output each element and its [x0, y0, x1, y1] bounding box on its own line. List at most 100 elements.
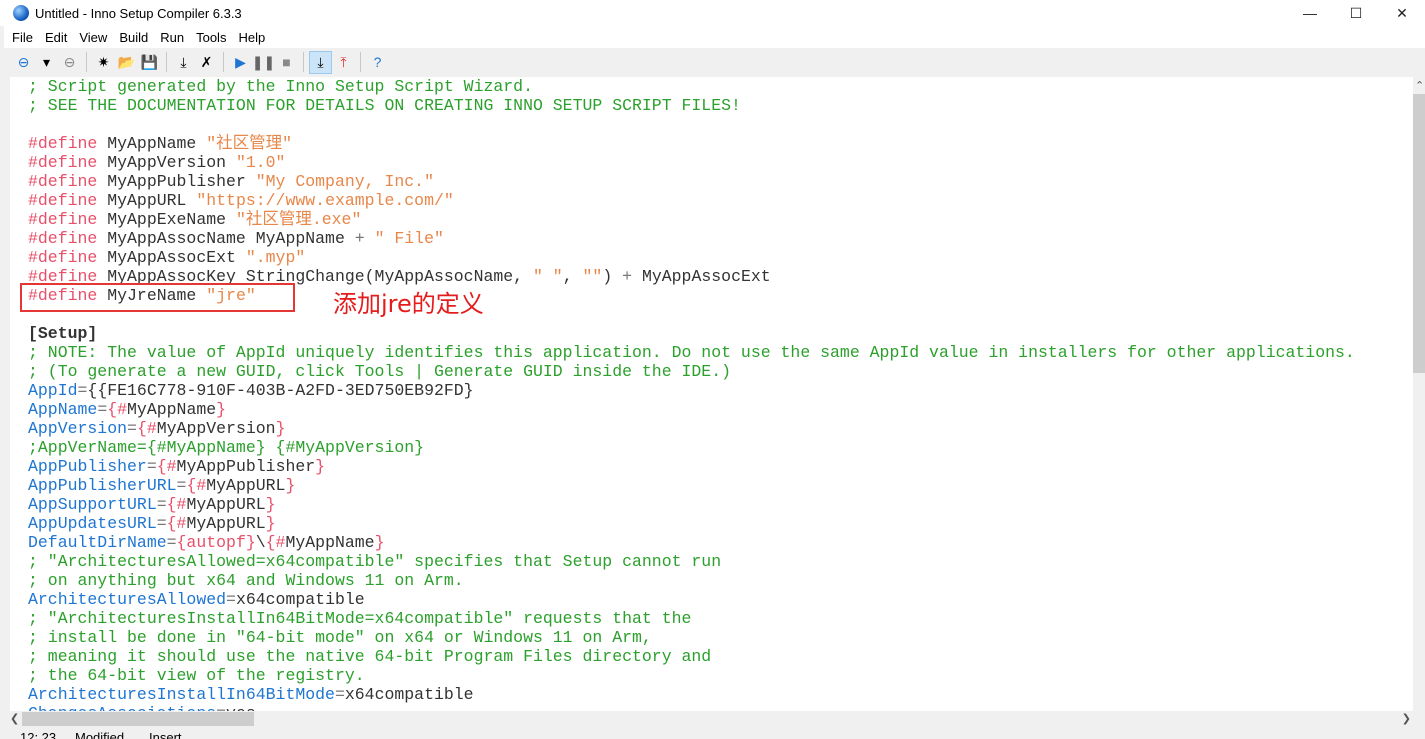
back-icon[interactable]: ⊖: [12, 51, 35, 74]
token-comment: ; "ArchitecturesAllowed=x64compatible" s…: [28, 552, 722, 571]
modified-status: Modified: [75, 730, 125, 739]
target-download-icon[interactable]: ⤓: [309, 50, 332, 74]
annotation-text: 添加jre的定义: [333, 290, 484, 318]
token-operator: =: [127, 419, 137, 438]
token-string: " File": [374, 229, 444, 248]
minimize-button[interactable]: —: [1287, 0, 1333, 26]
code-line: #define MyAppURL "https://www.example.co…: [28, 191, 1355, 210]
horizontal-scrollbar[interactable]: ❮ ❯: [10, 711, 1413, 727]
token-constant: }: [216, 400, 227, 419]
code-editor[interactable]: ; Script generated by the Inno Setup Scr…: [10, 77, 1413, 711]
vertical-scroll-thumb[interactable]: [1413, 94, 1425, 373]
token-text: MyAppVersion: [97, 153, 236, 172]
scroll-left-icon[interactable]: ❮: [10, 712, 19, 725]
menu-file[interactable]: File: [6, 30, 39, 45]
token-text: MyAppName: [127, 400, 217, 419]
token-constant: }: [374, 533, 385, 552]
token-key: ArchitecturesAllowed: [28, 590, 227, 609]
token-directive: #define: [28, 210, 98, 229]
code-line: #define MyAppVersion "1.0": [28, 153, 1355, 172]
toolbar: ⊖ ▾ ⊖ ✷ 📂 💾 ⤓ ✗ ▶ ❚❚ ■ ⤓ ⤒?: [0, 48, 1425, 76]
token-comment: ; the 64-bit view of the registry.: [28, 666, 365, 685]
code-line: #define MyAppAssocExt ".myp": [28, 248, 1355, 267]
token-constant: {#: [166, 495, 187, 514]
token-text: MyAppAssocExt: [97, 248, 246, 267]
token-text: MyAppPublisher: [97, 172, 256, 191]
code-line: ; on anything but x64 and Windows 11 on …: [28, 571, 1355, 590]
code-line: ArchitecturesAllowed=x64compatible: [28, 590, 1355, 609]
token-text: MyAppURL: [186, 495, 266, 514]
token-comment: ;AppVerName={#MyAppName} {#MyAppVersion}: [28, 438, 425, 457]
help-icon[interactable]: ?: [366, 51, 389, 74]
scroll-right-icon[interactable]: ❯: [1402, 712, 1411, 725]
dropdown-icon[interactable]: ▾: [35, 51, 58, 74]
menu-view[interactable]: View: [73, 30, 113, 45]
token-text: {{FE16C778-910F-403B-A2FD-3ED750EB92FD}: [87, 381, 474, 400]
token-constant: }: [265, 495, 276, 514]
highlight-box: [20, 283, 295, 312]
code-line: ; Script generated by the Inno Setup Scr…: [28, 77, 1355, 96]
compile-icon[interactable]: ⤓: [172, 51, 195, 74]
scroll-up-icon[interactable]: ⌃: [1415, 79, 1424, 92]
token-text: MyAppExeName: [97, 210, 236, 229]
code-line: #define MyAppExeName "社区管理.exe": [28, 210, 1355, 229]
token-key: AppId: [28, 381, 78, 400]
token-key: AppName: [28, 400, 98, 419]
token-text: x64compatible: [344, 685, 474, 704]
token-comment: ; (To generate a new GUID, click Tools |…: [28, 362, 732, 381]
maximize-button[interactable]: ☐: [1333, 0, 1379, 26]
token-text: ): [602, 267, 623, 286]
token-constant: {#: [186, 476, 207, 495]
stop-icon[interactable]: ■: [275, 51, 298, 74]
run-icon[interactable]: ▶: [229, 51, 252, 74]
cursor-position: 12: 23: [20, 730, 57, 739]
code-line: ;AppVerName={#MyAppName} {#MyAppVersion}: [28, 438, 1355, 457]
code-line: AppId={{FE16C778-910F-403B-A2FD-3ED750EB…: [28, 381, 1355, 400]
close-button[interactable]: ✕: [1379, 0, 1425, 26]
horizontal-scroll-thumb[interactable]: [22, 712, 254, 726]
menu-tools[interactable]: Tools: [190, 30, 232, 45]
pause-icon[interactable]: ❚❚: [252, 51, 275, 74]
token-constant: {#: [156, 457, 177, 476]
code-line: DefaultDirName={autopf}\{#MyAppName}: [28, 533, 1355, 552]
token-text: MyAppURL: [186, 514, 266, 533]
token-operator: =: [176, 476, 187, 495]
toolbar-separator: [223, 52, 224, 72]
title-bar: Untitled - Inno Setup Compiler 6.3.3 — ☐…: [0, 0, 1425, 26]
token-directive: #define: [28, 229, 98, 248]
token-constant: }: [315, 457, 326, 476]
stop-compile-icon[interactable]: ✗: [195, 51, 218, 74]
new-file-icon[interactable]: ✷: [92, 51, 115, 74]
code-line: ; "ArchitecturesInstallIn64BitMode=x64co…: [28, 609, 1355, 628]
token-operator: =: [146, 457, 157, 476]
token-text: MyAppAssocExt: [632, 267, 771, 286]
token-string: " ": [532, 267, 563, 286]
toolbar-separator: [360, 52, 361, 72]
open-file-icon[interactable]: 📂: [115, 51, 138, 74]
target-upload-icon[interactable]: ⤒: [332, 51, 355, 74]
code-line: AppVersion={#MyAppVersion}: [28, 419, 1355, 438]
menu-run[interactable]: Run: [154, 30, 190, 45]
save-icon[interactable]: 💾: [138, 51, 161, 74]
token-operator: =: [334, 685, 345, 704]
code-line: ; the 64-bit view of the registry.: [28, 666, 1355, 685]
token-comment: ; "ArchitecturesInstallIn64BitMode=x64co…: [28, 609, 692, 628]
token-constant: }: [285, 476, 296, 495]
code-line: ; SEE THE DOCUMENTATION FOR DETAILS ON C…: [28, 96, 1355, 115]
token-text: MyAppURL: [206, 476, 286, 495]
code-line: AppName={#MyAppName}: [28, 400, 1355, 419]
token-text: yes: [226, 704, 256, 711]
token-string: "": [582, 267, 603, 286]
menu-edit[interactable]: Edit: [39, 30, 73, 45]
forward-icon[interactable]: ⊖: [58, 51, 81, 74]
token-key: ChangesAssociations: [28, 704, 216, 711]
vertical-scrollbar[interactable]: ⌃: [1413, 77, 1425, 711]
token-text: x64compatible: [235, 590, 365, 609]
token-text: \: [255, 533, 266, 552]
menu-build[interactable]: Build: [113, 30, 154, 45]
token-string: "社区管理.exe": [235, 210, 362, 229]
token-string: "1.0": [235, 153, 286, 172]
menu-help[interactable]: Help: [232, 30, 271, 45]
token-operator: =: [77, 381, 88, 400]
code-lines[interactable]: ; Script generated by the Inno Setup Scr…: [28, 77, 1355, 711]
